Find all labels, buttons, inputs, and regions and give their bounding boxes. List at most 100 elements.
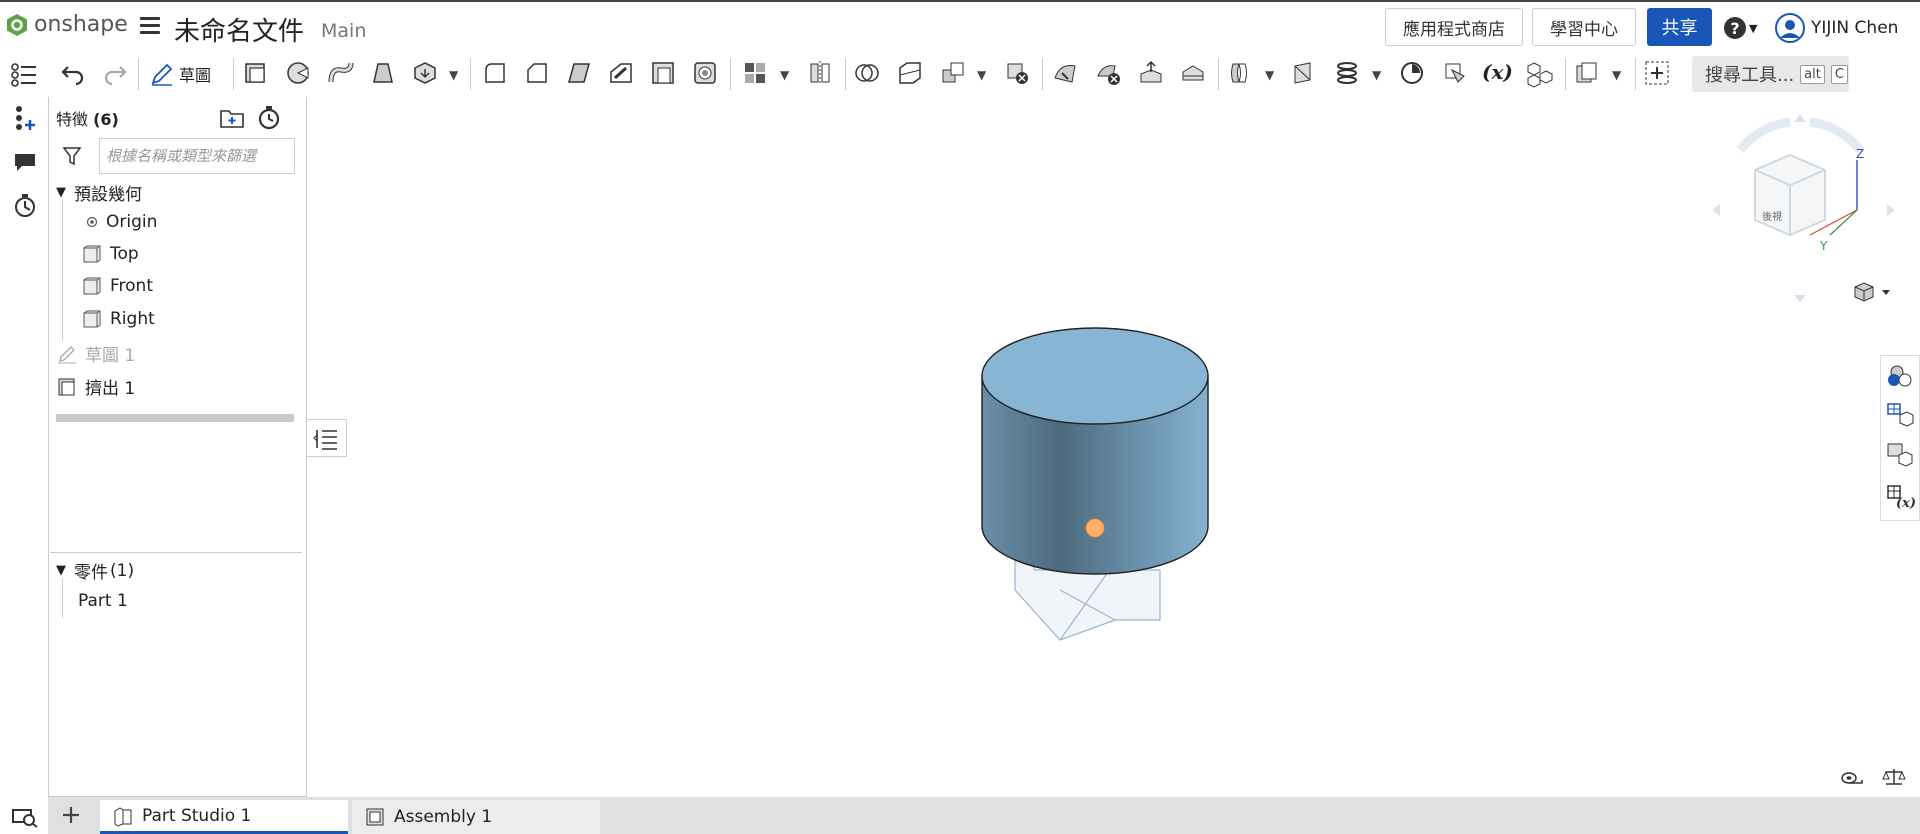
measure-icon[interactable] — [1397, 58, 1427, 88]
tab-label: Part Studio 1 — [142, 805, 252, 826]
custom-feature-icon[interactable] — [1572, 58, 1602, 88]
part1-label: Part 1 — [78, 591, 128, 611]
document-title[interactable]: 未命名文件 — [174, 11, 304, 48]
share-button[interactable]: 共享 — [1647, 8, 1712, 46]
sketch1-item[interactable]: 草圖 1 — [57, 341, 135, 366]
onshape-logo[interactable]: onshape — [6, 12, 128, 37]
y-axis-label: Y — [1819, 239, 1828, 253]
undo-icon[interactable] — [58, 58, 88, 88]
feature-list-icon[interactable] — [10, 62, 38, 88]
chevron-down-icon[interactable]: ▼ — [449, 68, 458, 82]
cylinder-part[interactable] — [970, 320, 1220, 650]
rotate-right-arrow[interactable] — [1809, 117, 1864, 153]
delete-part-icon[interactable] — [1002, 58, 1032, 88]
user-menu[interactable]: YIJIN Chen — [1775, 13, 1898, 43]
right-plane-item[interactable]: Right — [82, 309, 155, 329]
panel-toggle-button[interactable] — [307, 419, 347, 457]
parts-folder[interactable]: ▼ 零件 (1) — [56, 558, 134, 584]
sketch1-label: 草圖 1 — [85, 346, 136, 366]
menu-icon[interactable] — [140, 17, 160, 35]
insert-feature-icon[interactable] — [12, 104, 38, 132]
modify-fillet-icon[interactable] — [1050, 58, 1080, 88]
extrude-icon[interactable] — [240, 58, 270, 88]
sketch-button[interactable]: 草圖 — [150, 62, 211, 86]
chevron-down-icon[interactable]: ▼ — [977, 68, 986, 82]
tree-guide-line — [62, 578, 63, 618]
derived-icon[interactable] — [1525, 58, 1555, 88]
mass-properties-icon[interactable] — [1882, 766, 1906, 788]
workspace-branch[interactable]: Main — [321, 20, 366, 42]
appearance-icon[interactable] — [1885, 362, 1915, 390]
tab-part-studio-1[interactable]: Part Studio 1 — [100, 800, 348, 834]
loft-icon[interactable] — [368, 58, 398, 88]
sweep-icon[interactable] — [326, 58, 356, 88]
filter-icon[interactable] — [62, 146, 82, 166]
variable-icon[interactable]: (x) — [1482, 60, 1513, 84]
feature-filter-input[interactable]: 根據名稱或類型來篩選 — [99, 138, 295, 174]
shell-icon[interactable] — [648, 58, 678, 88]
pattern-icon[interactable] — [740, 58, 770, 88]
hole-icon[interactable] — [690, 58, 720, 88]
tab-manager-icon[interactable] — [10, 806, 38, 828]
bill-of-materials-icon[interactable] — [1885, 401, 1915, 429]
arrow-right-icon[interactable] — [1887, 204, 1895, 216]
arrow-down-icon[interactable] — [1794, 295, 1806, 302]
plane-icon[interactable] — [1225, 58, 1255, 88]
section-view-icon[interactable] — [1440, 58, 1470, 88]
configurations-icon[interactable] — [1885, 441, 1915, 469]
view-mode-dropdown[interactable] — [1852, 281, 1894, 305]
chevron-down-icon[interactable]: ▼ — [1612, 68, 1621, 82]
redo-icon[interactable] — [100, 58, 130, 88]
mate-connector-icon[interactable] — [1290, 58, 1320, 88]
feature-list-scrollbar[interactable] — [56, 414, 294, 422]
add-custom-feature-icon[interactable] — [1642, 58, 1672, 88]
help-menu[interactable]: ? ▼ — [1724, 17, 1757, 39]
chevron-down-icon[interactable]: ▼ — [1265, 68, 1274, 82]
rollback-history-icon[interactable] — [11, 192, 39, 218]
add-tab-icon[interactable] — [60, 804, 82, 826]
rotate-left-arrow[interactable] — [1736, 117, 1791, 153]
list-toggle-icon — [313, 430, 337, 450]
origin-item[interactable]: Origin — [86, 212, 157, 232]
view-cube[interactable]: 後視 Z Y — [1710, 110, 1910, 310]
measure-tape-icon[interactable] — [1840, 768, 1864, 788]
chamfer-icon[interactable] — [522, 58, 552, 88]
tab-label: Assembly 1 — [394, 807, 493, 827]
split-icon[interactable] — [895, 58, 925, 88]
delete-face-icon[interactable] — [1093, 58, 1123, 88]
chevron-down-icon[interactable]: ▼ — [780, 68, 789, 82]
top-plane-item[interactable]: Top — [82, 244, 139, 264]
helix-icon[interactable] — [1332, 58, 1362, 88]
part1-item[interactable]: Part 1 — [78, 591, 128, 611]
revolve-icon[interactable] — [283, 58, 313, 88]
fillet-icon[interactable] — [480, 58, 510, 88]
rib-icon[interactable] — [606, 58, 636, 88]
transform-icon[interactable] — [938, 58, 968, 88]
rollback-timer-icon[interactable] — [256, 105, 282, 131]
arrow-up-icon[interactable] — [1794, 115, 1806, 122]
add-folder-icon[interactable] — [219, 107, 245, 129]
toolbar-separator — [1635, 58, 1636, 90]
learning-center-button[interactable]: 學習中心 — [1532, 8, 1636, 46]
extrude1-item[interactable]: 擠出 1 — [57, 374, 135, 399]
replace-face-icon[interactable] — [1178, 58, 1208, 88]
feature-list-header: 特徵 (6) — [56, 106, 119, 130]
comments-icon[interactable] — [12, 150, 38, 174]
toolbar-separator — [138, 58, 139, 90]
thicken-icon[interactable] — [410, 58, 440, 88]
tab-assembly-1[interactable]: Assembly 1 — [352, 800, 600, 834]
variables-table-icon[interactable]: (x) — [1885, 483, 1915, 511]
feature-header-label: 特徵 — [56, 110, 89, 129]
chevron-down-icon[interactable]: ▼ — [1372, 68, 1381, 82]
draft-icon[interactable] — [564, 58, 594, 88]
move-face-icon[interactable] — [1136, 58, 1166, 88]
arrow-left-icon[interactable] — [1712, 204, 1720, 216]
app-store-button[interactable]: 應用程式商店 — [1385, 8, 1523, 46]
front-plane-item[interactable]: Front — [82, 276, 153, 296]
toolbar-separator — [730, 58, 731, 90]
default-geometry-folder[interactable]: ▼ 預設幾何 — [56, 180, 142, 205]
boolean-icon[interactable] — [852, 58, 882, 88]
onshape-logo-icon — [7, 13, 27, 36]
search-tools-input[interactable]: 搜尋工具... alt C — [1692, 56, 1849, 92]
mirror-icon[interactable] — [805, 58, 835, 88]
